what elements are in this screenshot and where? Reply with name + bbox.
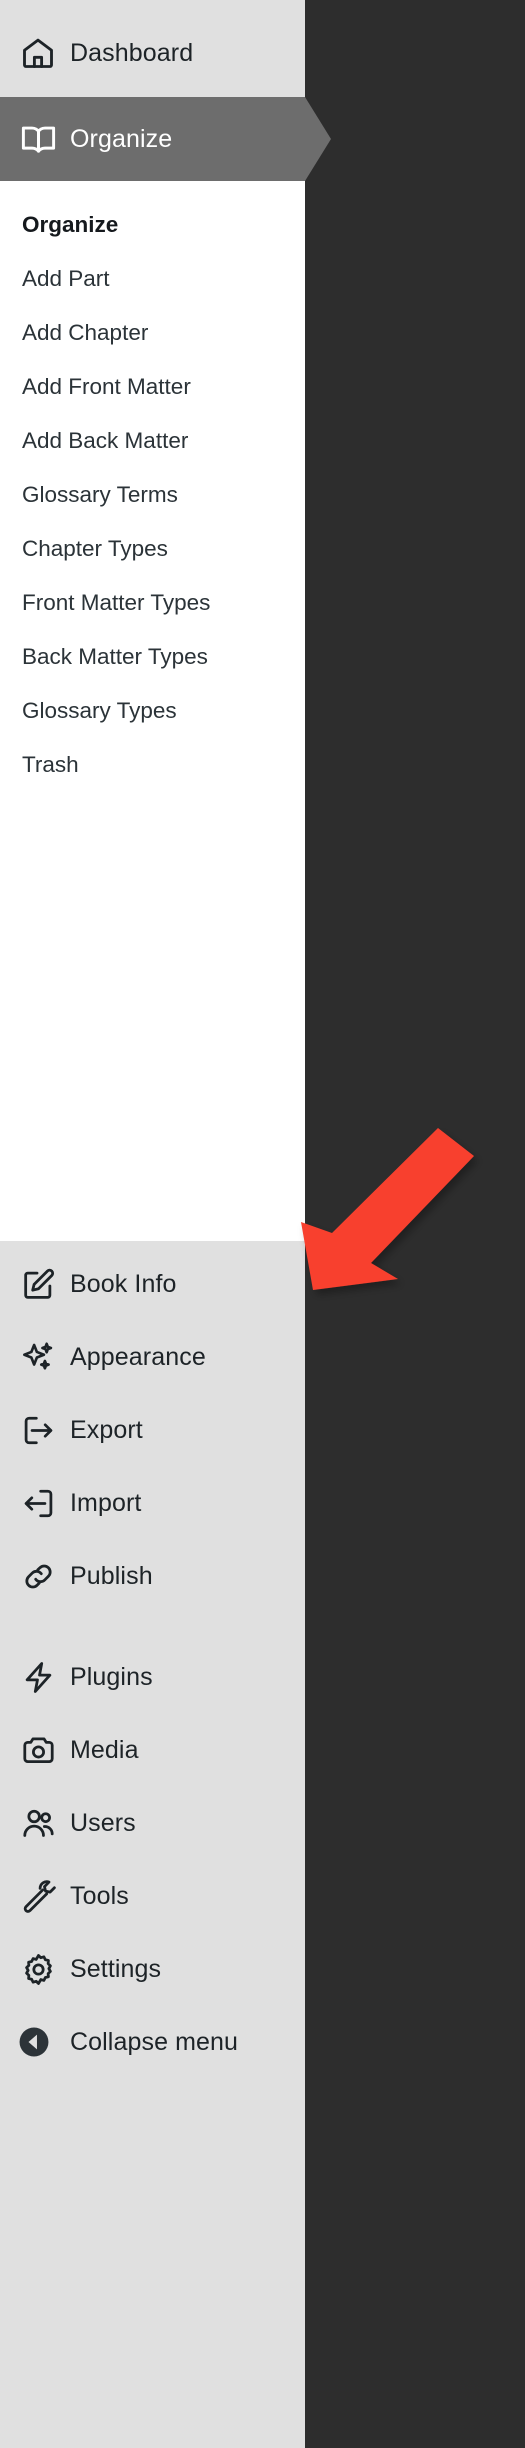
sidebar-item-tools[interactable]: Tools — [0, 1859, 305, 1933]
sidebar-item-organize[interactable]: Organize — [0, 97, 331, 181]
submenu-item-label: Glossary Terms — [22, 482, 178, 507]
sidebar-item-plugins[interactable]: Plugins — [0, 1640, 305, 1714]
sidebar-item-label: Media — [70, 1735, 139, 1764]
sidebar-item-users[interactable]: Users — [0, 1786, 305, 1860]
sidebar-item-label: Import — [70, 1488, 142, 1517]
submenu-item-label: Add Chapter — [22, 320, 149, 345]
link-chain-icon — [18, 1556, 58, 1596]
sidebar-item-label: Tools — [70, 1881, 129, 1910]
submenu-item-glossary-types[interactable]: Glossary Types — [0, 684, 305, 738]
submenu-item-label: Add Part — [22, 266, 110, 291]
collapse-menu-button[interactable]: Collapse menu — [0, 2005, 305, 2079]
screen: Dashboard Organize Organize Add Part Add — [0, 0, 525, 2448]
gear-icon — [18, 1949, 58, 1989]
collapse-left-icon — [14, 2022, 54, 2062]
submenu-item-add-front-matter[interactable]: Add Front Matter — [0, 360, 305, 414]
submenu-item-label: Chapter Types — [22, 536, 168, 561]
submenu-item-back-matter-types[interactable]: Back Matter Types — [0, 630, 305, 684]
edit-square-icon — [18, 1264, 58, 1304]
sidebar-item-export[interactable]: Export — [0, 1393, 305, 1467]
submenu-item-label: Add Back Matter — [22, 428, 189, 453]
lightning-bolt-icon — [18, 1657, 58, 1697]
wrench-icon — [18, 1876, 58, 1916]
sidebar-item-dashboard[interactable]: Dashboard — [0, 16, 305, 90]
submenu-item-label: Add Front Matter — [22, 374, 191, 399]
submenu-item-label: Glossary Types — [22, 698, 177, 723]
submenu-item-trash[interactable]: Trash — [0, 738, 305, 792]
sidebar-item-label: Plugins — [70, 1662, 153, 1691]
import-arrow-icon — [18, 1483, 58, 1523]
submenu-item-add-back-matter[interactable]: Add Back Matter — [0, 414, 305, 468]
submenu-item-glossary-terms[interactable]: Glossary Terms — [0, 468, 305, 522]
current-menu-pointer — [305, 97, 331, 181]
submenu-item-label: Back Matter Types — [22, 644, 208, 669]
sparkles-icon — [18, 1337, 58, 1377]
submenu-item-chapter-types[interactable]: Chapter Types — [0, 522, 305, 576]
sidebar-item-label: Users — [70, 1808, 136, 1837]
submenu-item-add-part[interactable]: Add Part — [0, 252, 305, 306]
submenu-item-label: Front Matter Types — [22, 590, 211, 615]
admin-sidebar: Dashboard Organize Organize Add Part Add — [0, 0, 331, 2448]
export-arrow-icon — [18, 1410, 58, 1450]
home-icon — [18, 33, 58, 73]
sidebar-item-book-info[interactable]: Book Info — [0, 1247, 305, 1321]
sidebar-item-appearance[interactable]: Appearance — [0, 1320, 305, 1394]
sidebar-item-label: Dashboard — [70, 38, 194, 67]
sidebar-item-label: Book Info — [70, 1269, 177, 1298]
users-icon — [18, 1803, 58, 1843]
organize-submenu: Organize Add Part Add Chapter Add Front … — [0, 181, 305, 1241]
sidebar-item-publish[interactable]: Publish — [0, 1539, 305, 1613]
page-content-area — [305, 0, 525, 2448]
collapse-menu-label: Collapse menu — [70, 2027, 239, 2056]
submenu-item-label: Organize — [22, 212, 119, 237]
sidebar-item-label: Export — [70, 1415, 143, 1444]
sidebar-item-label: Publish — [70, 1561, 153, 1590]
sidebar-item-label: Appearance — [70, 1342, 206, 1371]
submenu-item-add-chapter[interactable]: Add Chapter — [0, 306, 305, 360]
submenu-item-front-matter-types[interactable]: Front Matter Types — [0, 576, 305, 630]
sidebar-item-label: Settings — [70, 1954, 162, 1983]
open-book-icon — [18, 119, 58, 159]
sidebar-item-settings[interactable]: Settings — [0, 1932, 305, 2006]
sidebar-item-import[interactable]: Import — [0, 1466, 305, 1540]
submenu-item-label: Trash — [22, 752, 79, 777]
submenu-item-organize[interactable]: Organize — [0, 198, 305, 252]
sidebar-item-label: Organize — [70, 124, 173, 153]
camera-icon — [18, 1730, 58, 1770]
sidebar-item-media[interactable]: Media — [0, 1713, 305, 1787]
